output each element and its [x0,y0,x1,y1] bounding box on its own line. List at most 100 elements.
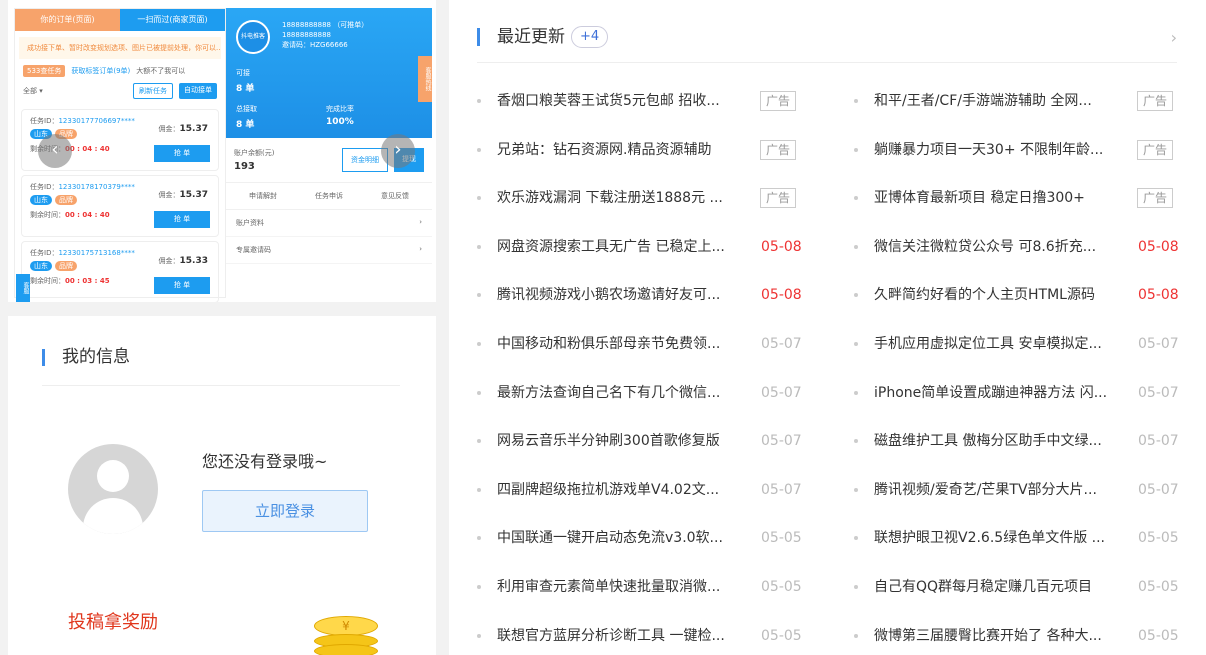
news-title-link[interactable]: 微博第三届腰臀比赛开始了 各种大... [874,626,1116,646]
news-item: 和平/王者/CF/手游端游辅助 全网... 广告 [854,77,1194,126]
banner-filters: 533查任务 获取标签订单(9单) 大额不了我可以 [15,65,225,77]
banner-tabs: 你的订单(页面) 一扫而过(商家页面) [15,9,225,31]
news-item: 欢乐游戏漏洞 下载注册送1888元 ... 广告 [477,174,817,223]
chevron-right-icon: › [419,218,422,226]
bullet-icon [477,196,481,201]
news-title-link[interactable]: 躺赚暴力项目一天30+ 不限制年龄... [874,140,1116,160]
banner-notice: 成功接下单、暂时改变规划选项、图片已被提前处理，你可以... [19,37,221,59]
news-date: 05-08 [761,238,802,255]
bullet-icon [854,390,858,395]
more-chevron-icon[interactable]: › [1171,28,1177,47]
recent-updates-title: 最近更新 [497,27,565,47]
login-button[interactable]: 立即登录 [202,490,368,532]
carousel-next-button[interactable]: › [381,134,415,168]
bullet-icon [854,439,858,444]
bullet-icon [477,147,481,152]
news-title-link[interactable]: 腾讯视频游戏小鹅农场邀请好友可... [497,285,739,305]
banner-auto: 自动接单 [179,83,217,99]
news-title-link[interactable]: 和平/王者/CF/手游端游辅助 全网... [874,91,1116,111]
news-title-link[interactable]: 最新方法查询自己名下有几个微信... [497,383,739,403]
news-item: 亚博体育最新项目 稳定日撸300+ 广告 [854,174,1194,223]
task-tag: 山东 [30,195,52,205]
news-title-link[interactable]: 手机应用虚拟定位工具 安卓模拟定... [874,334,1116,354]
ad-badge: 广告 [1137,91,1174,111]
bullet-icon [477,487,481,492]
news-date: 05-08 [1138,238,1179,255]
news-item: 联想护眼卫视V2.6.5绿色单文件版 ... 05-05 [854,514,1194,563]
task-money-label: 佣金： [158,125,180,133]
balance-value: 193 [234,161,255,172]
ad-badge: 广告 [760,91,797,111]
menu-item: 申请解封 [249,192,277,200]
news-date: 05-07 [761,335,802,352]
news-date: 05-05 [1138,530,1179,547]
news-item: 磁盘维护工具 傲梅分区助手中文绿... 05-07 [854,417,1194,466]
news-item: 中国移动和粉俱乐部母亲节免费领... 05-07 [477,320,817,369]
task-money: 15.33 [179,256,208,266]
news-title-link[interactable]: 自己有QQ群每月稳定赚几百元项目 [874,577,1116,597]
news-date: 05-05 [761,578,802,595]
news-title-link[interactable]: 网盘资源搜索工具无广告 已稳定上... [497,237,739,257]
menu-item: 意见反馈 [381,192,409,200]
bullet-icon [854,293,858,298]
banner-tab-orders: 你的订单(页面) [15,9,120,31]
news-title-link[interactable]: 腾讯视频/爱奇艺/芒果TV部分大片... [874,480,1116,500]
news-title-link[interactable]: 微信关注微粒贷公众号 可8.6折充... [874,237,1116,257]
banner-task-card: 任务ID：12330178170379**** 山东 品牌 剩余时间：00 : 0… [21,175,219,237]
news-title-link[interactable]: 联想护眼卫视V2.6.5绿色单文件版 ... [874,528,1116,548]
not-logged-in-text: 您还没有登录哦~ [202,452,328,471]
carousel-prev-button[interactable]: ‹ [38,134,72,168]
new-count-badge: +4 [571,26,609,48]
news-title-link[interactable]: 久畔简约好看的个人主页HTML源码 [874,285,1116,305]
bullet-icon [477,439,481,444]
news-title-link[interactable]: 亚博体育最新项目 稳定日撸300+ [874,188,1116,208]
news-title-link[interactable]: 欢乐游戏漏洞 下载注册送1888元 ... [497,188,739,208]
banner-task-card: 任务ID：12330175713168**** 山东 品牌 剩余时间：00 : 0… [21,241,219,302]
task-id-label: 任务ID： [30,117,59,125]
news-date: 05-07 [1138,384,1179,401]
news-item: 自己有QQ群每月稳定赚几百元项目 05-05 [854,563,1194,612]
task-money-label: 佣金： [158,257,180,265]
news-title-link[interactable]: 磁盘维护工具 傲梅分区助手中文绿... [874,431,1116,451]
menu-item: 任务申诉 [315,192,343,200]
banner-carousel[interactable]: 你的订单(页面) 一扫而过(商家页面) 成功接下单、暂时改变规划选项、图片已被提… [8,0,436,302]
bullet-icon [854,536,858,541]
service-side-tab[interactable]: 客服 [16,274,30,302]
news-title-link[interactable]: 联想官方蓝屏分析诊断工具 一键检... [497,626,739,646]
banner-toolbar: 全部 ▾ 刷新任务 自动接单 [15,77,225,105]
task-money: 15.37 [179,190,208,200]
profile-code: 邀请码：HZG66666 [282,41,348,49]
coin-top: ¥ [314,616,378,636]
news-item: 四副牌超级拖拉机游戏单V4.02文... 05-07 [477,466,817,515]
bullet-icon [477,244,481,249]
profile-row: 账户资料 › [226,210,432,237]
bullet-icon [477,99,481,103]
contribute-reward-link[interactable]: 投稿拿奖励 [68,608,158,634]
app-logo: 抖电推客 [236,20,270,54]
news-item: 兄弟站：钻石资源网.精品资源辅助 广告 [477,126,817,175]
news-title-link[interactable]: 中国联通一键开启动态免流v3.0软... [497,528,739,548]
task-time: 00 : 03 : 45 [65,277,110,285]
avatar [68,444,158,534]
task-id: 12330175713168**** [58,249,135,257]
news-title-link[interactable]: iPhone简单设置成蹦迪神器方法 闪... [874,383,1116,403]
news-date: 05-05 [1138,627,1179,644]
news-title-link[interactable]: 中国移动和粉俱乐部母亲节免费领... [497,334,739,354]
task-time-label: 剩余时间： [30,211,65,219]
bullet-icon [854,147,858,152]
stat-label: 总接取 [236,105,257,113]
news-item: 联想官方蓝屏分析诊断工具 一键检... 05-05 [477,612,817,655]
news-title-link[interactable]: 利用审查元素简单快速批量取消微... [497,577,739,597]
ad-badge: 广告 [1137,139,1174,160]
bullet-icon [477,293,481,298]
news-title-link[interactable]: 网易云音乐半分钟刷300首歌修复版 [497,431,739,451]
recent-updates-header: 最近更新 +4 › [477,18,1177,63]
bullet-icon [854,99,858,103]
news-item: 腾讯视频/爱奇艺/芒果TV部分大片... 05-07 [854,466,1194,515]
news-title-link[interactable]: 四副牌超级拖拉机游戏单V4.02文... [497,480,739,500]
profile-phone: 18888888888 （可推单） [282,21,369,29]
news-title-link[interactable]: 兄弟站：钻石资源网.精品资源辅助 [497,140,739,160]
chevron-right-icon: › [394,139,402,160]
news-title-link[interactable]: 香烟口粮芙蓉王试货5元包邮 招收... [497,91,739,111]
task-id: 12330178170379**** [58,183,135,191]
